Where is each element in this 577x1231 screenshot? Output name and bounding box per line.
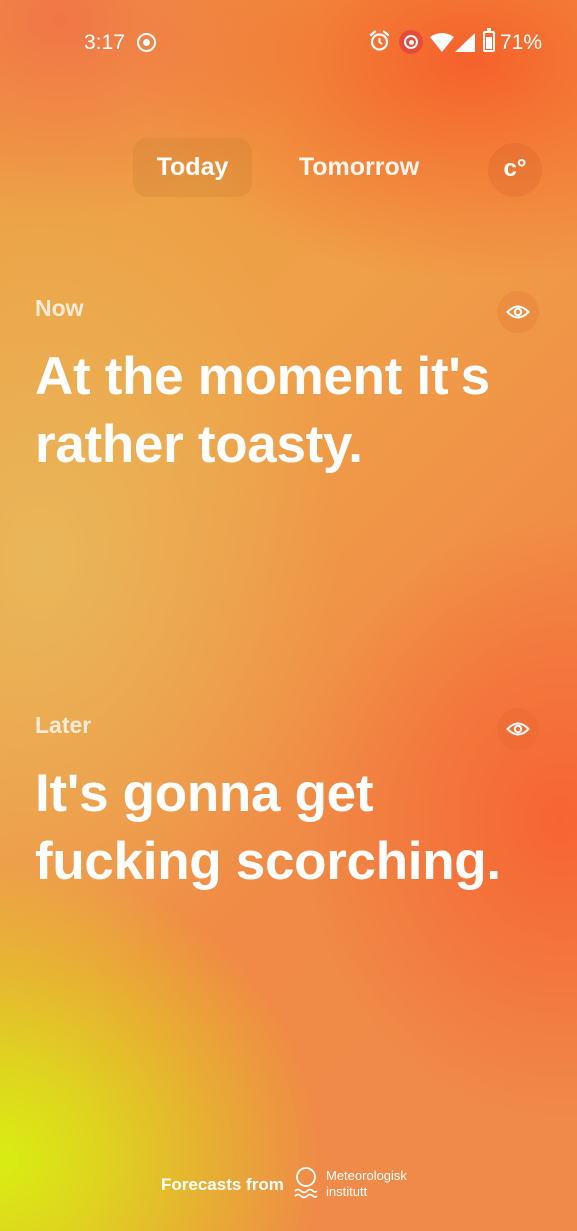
- now-details-button[interactable]: [497, 291, 539, 333]
- battery-icon: [483, 28, 495, 52]
- now-headline: At the moment it's rather toasty.: [35, 347, 490, 474]
- tab-today[interactable]: Today: [133, 138, 252, 197]
- footer-text: Forecasts from: [161, 1175, 284, 1194]
- status-bar: 3:17 71%: [0, 0, 577, 84]
- now-label: Now: [35, 295, 84, 321]
- eye-icon: [506, 722, 530, 736]
- met-name-line2: institutt: [326, 1184, 368, 1199]
- tab-tomorrow[interactable]: Tomorrow: [284, 138, 434, 197]
- battery-level: 71%: [500, 31, 543, 54]
- alarm-icon: [369, 30, 390, 51]
- met-name-line1: Meteorologisk: [326, 1168, 407, 1183]
- screen-record-icon: [137, 33, 156, 52]
- wifi-icon: [430, 33, 454, 52]
- cell-signal-icon: [455, 33, 475, 52]
- recording-icon: [399, 30, 423, 54]
- later-details-button[interactable]: [497, 708, 539, 750]
- later-label: Later: [35, 712, 92, 738]
- later-headline: It's gonna get fucking scorching.: [35, 764, 501, 891]
- unit-toggle-button[interactable]: c°: [488, 143, 542, 197]
- status-time: 3:17: [84, 31, 125, 54]
- eye-icon: [506, 305, 530, 319]
- footer[interactable]: Forecasts from Meteorologisk institutt: [0, 1160, 577, 1210]
- met-institute-name: Meteorologisk institutt: [326, 1168, 407, 1200]
- met-institute-logo-icon: [294, 1167, 318, 1199]
